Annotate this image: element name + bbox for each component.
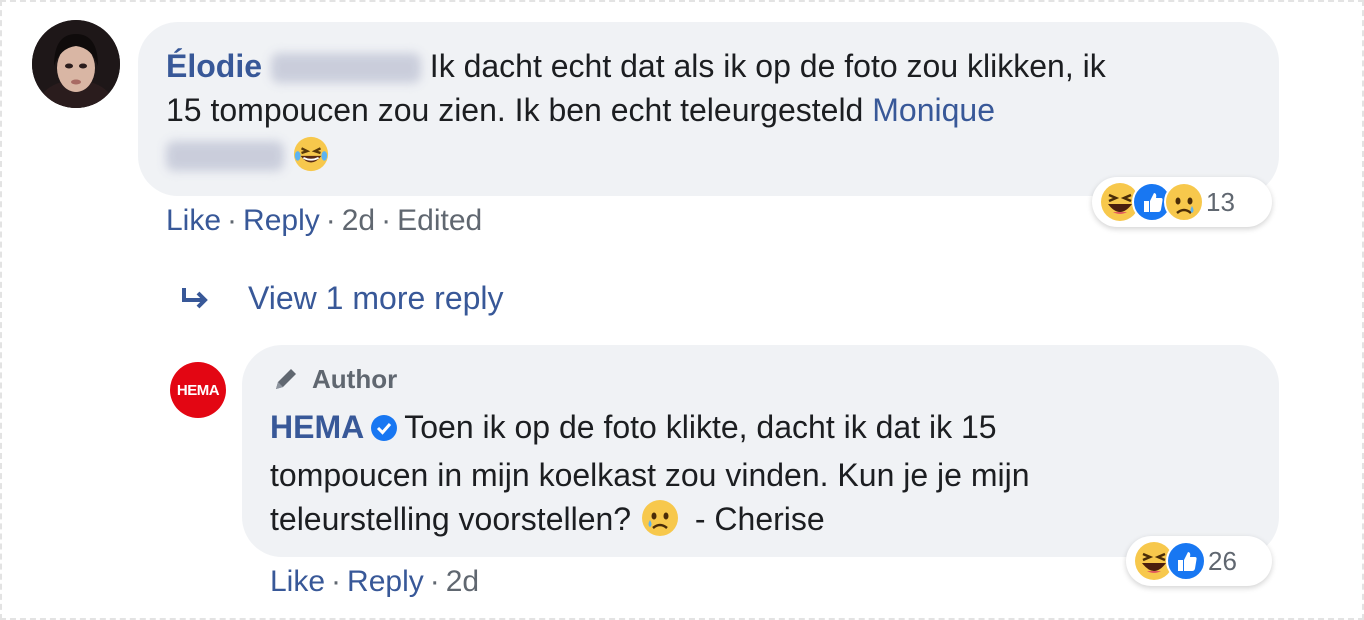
verified-badge-icon (370, 409, 398, 453)
author-badge: Author (270, 357, 1239, 401)
reply-author[interactable]: HEMA (270, 409, 364, 445)
reply-signature: - Cherise (694, 501, 825, 537)
like-button[interactable]: Like (270, 565, 325, 598)
reaction-count: 13 (1206, 186, 1235, 217)
reactions-summary[interactable]: 13 (1092, 177, 1272, 227)
view-more-label: View 1 more reply (248, 280, 504, 316)
timestamp[interactable]: 2d (446, 565, 479, 598)
view-more-replies-link[interactable]: View 1 more reply (178, 280, 504, 317)
comment-text-line-2: 15 tompoucen zou zien. Ik ben echt teleu… (166, 92, 864, 128)
reply-reactions-summary[interactable]: 26 (1126, 536, 1272, 586)
blurred-surname (270, 53, 421, 83)
reply-arrow-icon (182, 287, 208, 308)
comment-bubble: Élodie Ik dacht echt dat als ik op de fo… (138, 22, 1279, 196)
mention-link[interactable]: Monique (872, 92, 995, 128)
comment-author[interactable]: Élodie (166, 48, 262, 84)
hema-avatar[interactable]: HEMA (170, 362, 226, 418)
like-reaction-icon (1166, 541, 1206, 581)
reply-bubble: Author HEMA Toen ik op de foto klikte, d… (242, 345, 1279, 557)
pencil-icon (276, 369, 296, 389)
author-badge-label: Author (312, 364, 398, 394)
reaction-count: 26 (1208, 545, 1237, 576)
comment-actions: Like · Reply · 2d · Edited (166, 204, 483, 237)
sad-tear-emoji-icon (640, 498, 680, 549)
comment-text-line-1: Ik dacht echt dat als ik op de foto zou … (429, 48, 1106, 84)
reply-actions: Like · Reply · 2d (270, 565, 480, 598)
laughing-tears-emoji-icon (292, 135, 330, 184)
reply-text-line-2: tompoucen in mijn koelkast zou vinden. K… (270, 457, 1030, 493)
timestamp[interactable]: 2d (342, 204, 375, 237)
avatar[interactable] (32, 20, 120, 108)
reply-text-line-1: Toen ik op de foto klikte, dacht ik dat … (404, 409, 997, 445)
edited-label[interactable]: Edited (397, 204, 482, 237)
reply-button[interactable]: Reply (243, 204, 320, 237)
like-button[interactable]: Like (166, 204, 221, 237)
reply-button[interactable]: Reply (347, 565, 424, 598)
reply-text-line-3: teleurstelling voorstellen? (270, 501, 632, 537)
sad-reaction-icon (1164, 182, 1204, 222)
blurred-mention-surname (166, 141, 284, 171)
